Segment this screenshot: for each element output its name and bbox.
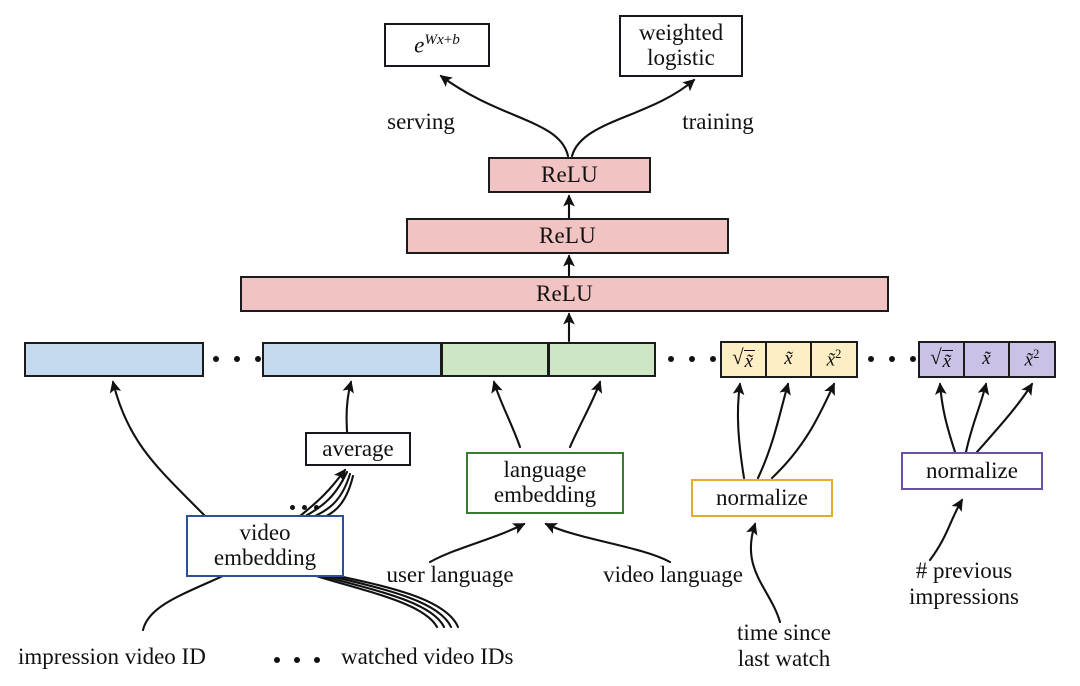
training-output-label: weighted logistic [638, 20, 724, 70]
x-tilde-glyph: x̃ [982, 348, 991, 370]
language-embedding-box[interactable]: language embedding [466, 452, 624, 514]
average-label: average [322, 435, 394, 461]
input-impression-video-id: impression video ID [18, 644, 206, 669]
ellipsis-video-ids [274, 657, 320, 663]
ellipsis-language-to-time [668, 356, 716, 362]
input-user-language: user language [386, 562, 514, 587]
normalize-impressions-box[interactable]: normalize [901, 452, 1043, 490]
input-video-language: video language [603, 562, 743, 587]
relu-layer-top[interactable]: ReLU [488, 157, 651, 193]
ellipsis-video-bars [213, 356, 261, 362]
x-tilde-squared-glyph: x̃2 [826, 347, 842, 371]
x-tilde-glyph: x̃ [784, 348, 793, 370]
training-output-box[interactable]: weighted logistic [619, 15, 743, 77]
relu-layer-middle-label: ReLU [538, 222, 596, 248]
serving-label: serving [387, 109, 455, 134]
feature-bar-impression-video-embedding[interactable] [24, 342, 204, 377]
video-embedding-label: video embedding [213, 520, 317, 570]
feature-seg-impressions-squared[interactable]: x̃2 [1010, 341, 1056, 378]
feature-seg-time-linear[interactable]: x̃ [767, 341, 812, 378]
ellipsis-video-embedding-inputs [290, 505, 319, 510]
relu-layer-middle[interactable]: ReLU [406, 218, 729, 254]
relu-layer-top-label: ReLU [540, 161, 598, 187]
serving-output-box[interactable]: eWx+b [384, 23, 490, 67]
feature-bar-watched-videos-average[interactable] [262, 342, 442, 377]
x-tilde-squared-glyph: x̃2 [1024, 347, 1040, 371]
figure-canvas: eWx+b weighted logistic serving training… [0, 0, 1080, 686]
feature-seg-impressions-sqrt[interactable]: √ x̃ [918, 341, 965, 378]
input-time-since-last-watch: time since last watch [737, 620, 831, 672]
average-box[interactable]: average [305, 432, 411, 466]
normalize-time-label: normalize [716, 484, 808, 510]
training-label: training [682, 109, 754, 134]
language-embedding-label: language embedding [493, 457, 597, 507]
input-previous-impressions: # previous impressions [909, 558, 1019, 610]
normalize-time-box[interactable]: normalize [691, 479, 833, 517]
ellipsis-time-to-impressions [868, 356, 916, 362]
feature-bar-video-language-embedding[interactable] [548, 342, 656, 377]
relu-layer-bottom-label: ReLU [535, 280, 593, 306]
input-watched-video-ids: watched video IDs [341, 644, 514, 669]
sqrt-x-tilde-glyph: √ x̃ [929, 344, 954, 372]
normalize-impressions-label: normalize [926, 457, 1018, 483]
feature-seg-time-sqrt[interactable]: √ x̃ [720, 341, 767, 378]
serving-output-formula: eWx+b [414, 30, 460, 58]
relu-layer-bottom[interactable]: ReLU [240, 276, 889, 312]
feature-seg-time-squared[interactable]: x̃2 [812, 341, 858, 378]
feature-seg-impressions-linear[interactable]: x̃ [965, 341, 1010, 378]
feature-bar-user-language-embedding[interactable] [441, 342, 549, 377]
video-embedding-box[interactable]: video embedding [186, 515, 344, 577]
sqrt-x-tilde-glyph: √ x̃ [731, 344, 756, 372]
